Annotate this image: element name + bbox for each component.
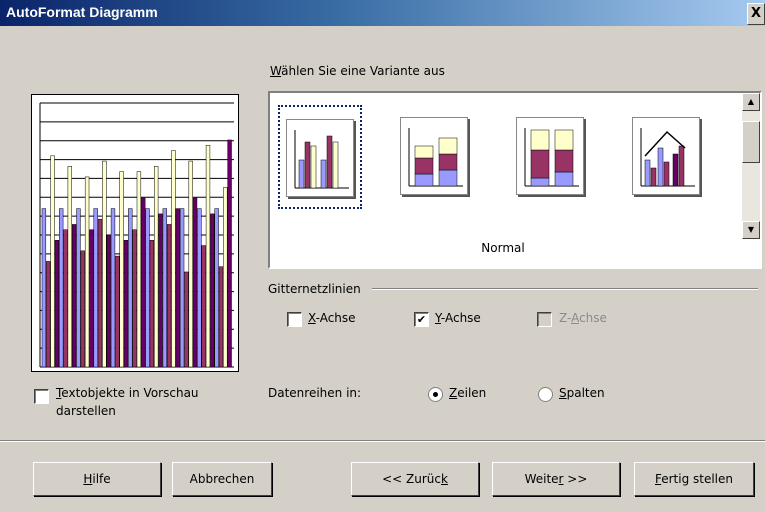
preview-bar [76, 208, 81, 368]
preview-bar [71, 224, 77, 368]
columns-radio[interactable] [538, 387, 553, 402]
preview-bar [110, 208, 116, 368]
text-objects-label-line2: darstellen [56, 404, 116, 418]
preview-bar [89, 229, 94, 368]
variant-lines-thumb[interactable] [626, 105, 706, 205]
scroll-up-icon[interactable]: ▲ [742, 93, 760, 111]
preview-bar [184, 271, 189, 368]
preview-bar [115, 255, 120, 368]
columns-label[interactable]: Spalten [559, 386, 605, 400]
preview-bar [63, 229, 68, 368]
preview-bar [67, 166, 72, 368]
preview-bar [128, 208, 133, 368]
preview-bar [141, 197, 146, 368]
preview-bar [201, 245, 206, 368]
preview-bar [171, 150, 176, 368]
cancel-button[interactable]: Abbrechen [172, 462, 272, 496]
preview-bar [93, 208, 98, 368]
preview-bar [132, 229, 137, 368]
scroll-thumb[interactable] [742, 121, 760, 163]
text-objects-checkbox[interactable] [34, 389, 49, 404]
y-axis-checkbox[interactable]: ✔ [414, 312, 429, 327]
preview-bar [218, 266, 224, 368]
z-axis-checkbox[interactable] [537, 312, 552, 327]
variant-label: Wählen Sie eine Variante aus [270, 64, 445, 78]
radio-dot-icon [433, 392, 438, 397]
preview-bar [123, 240, 129, 368]
preview-bar [106, 234, 111, 368]
variant-normal-thumb[interactable] [278, 105, 362, 209]
preview-bar [197, 208, 202, 368]
chart-percent-stacked-icon [516, 117, 584, 195]
preview-bar [179, 208, 185, 368]
preview-chart-svg [39, 102, 234, 368]
preview-bar [154, 166, 159, 368]
preview-bar [192, 197, 198, 368]
window-title: AutoFormat Diagramm [6, 4, 158, 20]
chart-preview [31, 94, 239, 372]
chart-percent-icon-svg [524, 128, 579, 187]
preview-bar [84, 176, 90, 368]
preview-bar [166, 224, 172, 368]
preview-bar [175, 208, 180, 368]
preview-bar [205, 144, 211, 368]
close-button[interactable]: X [747, 3, 765, 25]
preview-bar [50, 155, 55, 368]
preview-bar [210, 213, 215, 368]
help-button[interactable]: Hilfe [33, 462, 161, 496]
variant-percent-thumb[interactable] [510, 105, 590, 205]
chart-normal-icon [286, 119, 354, 197]
preview-bar [46, 261, 51, 368]
data-series-label: Datenreihen in: [268, 386, 362, 400]
preview-bar [119, 171, 124, 368]
rows-radio[interactable] [428, 387, 443, 402]
preview-bar [102, 160, 107, 368]
y-axis-label[interactable]: Y-Achse [435, 311, 481, 325]
finish-button[interactable]: Fertig stellen [634, 462, 754, 496]
gridlines-label: Gitternetzlinien [268, 282, 361, 296]
text-objects-label[interactable]: Textobjekte in Vorschau [56, 386, 199, 400]
next-button[interactable]: Weiter >> [492, 462, 620, 496]
back-button[interactable]: << Zurück [351, 462, 479, 496]
scroll-down-icon[interactable]: ▼ [742, 221, 760, 239]
preview-bar [223, 187, 228, 368]
variant-stacked-thumb[interactable] [394, 105, 474, 205]
preview-bar [162, 208, 167, 368]
preview-bar [188, 160, 193, 368]
preview-bar [41, 208, 47, 368]
rows-label[interactable]: Zeilen [449, 386, 486, 400]
preview-bar [145, 208, 150, 368]
preview-bar [80, 250, 85, 368]
preview-bar [227, 139, 232, 368]
z-axis-label: Z-Achse [559, 311, 607, 325]
preview-bar [136, 171, 142, 368]
chart-lines-icon-svg [640, 128, 695, 187]
preview-bar [149, 240, 155, 368]
preview-bar [97, 218, 103, 368]
variant-caption: Normal [481, 241, 525, 255]
chart-normal-icon-svg [294, 130, 349, 189]
chart-lines-columns-icon [632, 117, 700, 195]
preview-bar [214, 208, 219, 368]
variant-scrollbar[interactable]: ▲ ▼ [742, 93, 760, 239]
gridlines-divider [372, 288, 758, 290]
variant-selector[interactable]: Normal ▲ ▼ [268, 91, 762, 269]
button-separator [0, 440, 765, 442]
title-bar: AutoFormat Diagramm X [0, 0, 765, 26]
preview-bar [158, 213, 163, 368]
preview-bar [54, 240, 60, 368]
x-axis-checkbox[interactable] [287, 312, 302, 327]
chart-stacked-icon [400, 117, 468, 195]
chart-stacked-icon-svg [408, 128, 463, 187]
x-axis-label[interactable]: X-Achse [308, 311, 356, 325]
preview-bar [59, 208, 64, 368]
